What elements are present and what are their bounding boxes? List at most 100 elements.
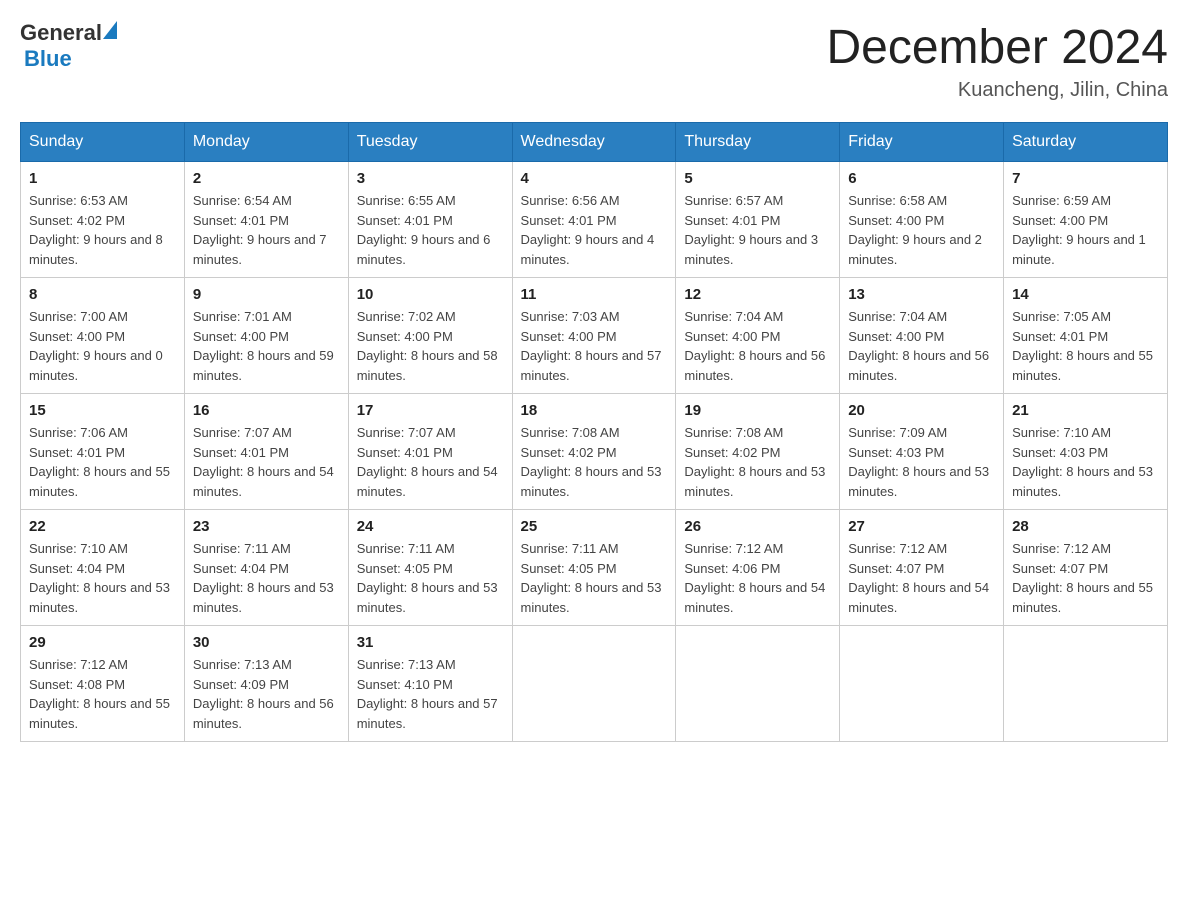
day-info: Sunrise: 6:57 AM Sunset: 4:01 PM Dayligh… <box>684 191 831 269</box>
calendar-cell: 3 Sunrise: 6:55 AM Sunset: 4:01 PM Dayli… <box>348 162 512 278</box>
day-number: 18 <box>521 402 668 419</box>
day-info: Sunrise: 6:54 AM Sunset: 4:01 PM Dayligh… <box>193 191 340 269</box>
calendar-cell: 16 Sunrise: 7:07 AM Sunset: 4:01 PM Dayl… <box>184 394 348 510</box>
calendar-cell: 24 Sunrise: 7:11 AM Sunset: 4:05 PM Dayl… <box>348 510 512 626</box>
calendar-cell: 5 Sunrise: 6:57 AM Sunset: 4:01 PM Dayli… <box>676 162 840 278</box>
day-info: Sunrise: 7:05 AM Sunset: 4:01 PM Dayligh… <box>1012 307 1159 385</box>
day-info: Sunrise: 7:12 AM Sunset: 4:07 PM Dayligh… <box>848 539 995 617</box>
calendar-cell <box>1004 626 1168 742</box>
calendar-cell: 13 Sunrise: 7:04 AM Sunset: 4:00 PM Dayl… <box>840 278 1004 394</box>
day-info: Sunrise: 6:55 AM Sunset: 4:01 PM Dayligh… <box>357 191 504 269</box>
day-number: 3 <box>357 170 504 187</box>
calendar-cell: 26 Sunrise: 7:12 AM Sunset: 4:06 PM Dayl… <box>676 510 840 626</box>
day-number: 23 <box>193 518 340 535</box>
day-number: 30 <box>193 634 340 651</box>
day-number: 10 <box>357 286 504 303</box>
day-number: 13 <box>848 286 995 303</box>
calendar-table: SundayMondayTuesdayWednesdayThursdayFrid… <box>20 122 1168 742</box>
calendar-cell: 7 Sunrise: 6:59 AM Sunset: 4:00 PM Dayli… <box>1004 162 1168 278</box>
day-info: Sunrise: 7:12 AM Sunset: 4:07 PM Dayligh… <box>1012 539 1159 617</box>
day-number: 20 <box>848 402 995 419</box>
day-info: Sunrise: 7:04 AM Sunset: 4:00 PM Dayligh… <box>684 307 831 385</box>
day-info: Sunrise: 6:58 AM Sunset: 4:00 PM Dayligh… <box>848 191 995 269</box>
calendar-cell: 15 Sunrise: 7:06 AM Sunset: 4:01 PM Dayl… <box>21 394 185 510</box>
day-info: Sunrise: 7:08 AM Sunset: 4:02 PM Dayligh… <box>684 423 831 501</box>
day-info: Sunrise: 7:03 AM Sunset: 4:00 PM Dayligh… <box>521 307 668 385</box>
day-info: Sunrise: 7:11 AM Sunset: 4:05 PM Dayligh… <box>357 539 504 617</box>
day-number: 1 <box>29 170 176 187</box>
month-title: December 2024 <box>826 20 1168 75</box>
calendar-cell: 19 Sunrise: 7:08 AM Sunset: 4:02 PM Dayl… <box>676 394 840 510</box>
day-info: Sunrise: 7:01 AM Sunset: 4:00 PM Dayligh… <box>193 307 340 385</box>
day-info: Sunrise: 7:09 AM Sunset: 4:03 PM Dayligh… <box>848 423 995 501</box>
day-info: Sunrise: 7:08 AM Sunset: 4:02 PM Dayligh… <box>521 423 668 501</box>
calendar-cell: 29 Sunrise: 7:12 AM Sunset: 4:08 PM Dayl… <box>21 626 185 742</box>
logo: General Blue <box>20 20 117 72</box>
day-number: 7 <box>1012 170 1159 187</box>
calendar-week-row: 29 Sunrise: 7:12 AM Sunset: 4:08 PM Dayl… <box>21 626 1168 742</box>
calendar-cell: 2 Sunrise: 6:54 AM Sunset: 4:01 PM Dayli… <box>184 162 348 278</box>
day-number: 19 <box>684 402 831 419</box>
day-number: 17 <box>357 402 504 419</box>
day-number: 24 <box>357 518 504 535</box>
day-info: Sunrise: 7:02 AM Sunset: 4:00 PM Dayligh… <box>357 307 504 385</box>
header-saturday: Saturday <box>1004 123 1168 162</box>
day-number: 22 <box>29 518 176 535</box>
logo-blue-text: Blue <box>24 46 117 72</box>
day-number: 14 <box>1012 286 1159 303</box>
calendar-cell: 14 Sunrise: 7:05 AM Sunset: 4:01 PM Dayl… <box>1004 278 1168 394</box>
logo-general-text: General <box>20 20 102 46</box>
calendar-cell: 28 Sunrise: 7:12 AM Sunset: 4:07 PM Dayl… <box>1004 510 1168 626</box>
day-number: 15 <box>29 402 176 419</box>
page-header: General Blue December 2024 Kuancheng, Ji… <box>20 20 1168 102</box>
day-number: 27 <box>848 518 995 535</box>
day-number: 6 <box>848 170 995 187</box>
day-info: Sunrise: 7:13 AM Sunset: 4:10 PM Dayligh… <box>357 655 504 733</box>
day-info: Sunrise: 7:07 AM Sunset: 4:01 PM Dayligh… <box>193 423 340 501</box>
day-number: 21 <box>1012 402 1159 419</box>
calendar-cell: 21 Sunrise: 7:10 AM Sunset: 4:03 PM Dayl… <box>1004 394 1168 510</box>
calendar-cell: 1 Sunrise: 6:53 AM Sunset: 4:02 PM Dayli… <box>21 162 185 278</box>
day-info: Sunrise: 6:59 AM Sunset: 4:00 PM Dayligh… <box>1012 191 1159 269</box>
day-number: 26 <box>684 518 831 535</box>
calendar-cell: 11 Sunrise: 7:03 AM Sunset: 4:00 PM Dayl… <box>512 278 676 394</box>
header-sunday: Sunday <box>21 123 185 162</box>
header-wednesday: Wednesday <box>512 123 676 162</box>
calendar-cell: 12 Sunrise: 7:04 AM Sunset: 4:00 PM Dayl… <box>676 278 840 394</box>
day-number: 2 <box>193 170 340 187</box>
day-info: Sunrise: 7:13 AM Sunset: 4:09 PM Dayligh… <box>193 655 340 733</box>
calendar-cell: 9 Sunrise: 7:01 AM Sunset: 4:00 PM Dayli… <box>184 278 348 394</box>
day-number: 25 <box>521 518 668 535</box>
day-info: Sunrise: 7:10 AM Sunset: 4:03 PM Dayligh… <box>1012 423 1159 501</box>
calendar-cell: 8 Sunrise: 7:00 AM Sunset: 4:00 PM Dayli… <box>21 278 185 394</box>
day-info: Sunrise: 7:06 AM Sunset: 4:01 PM Dayligh… <box>29 423 176 501</box>
header-friday: Friday <box>840 123 1004 162</box>
day-info: Sunrise: 7:11 AM Sunset: 4:05 PM Dayligh… <box>521 539 668 617</box>
day-number: 16 <box>193 402 340 419</box>
header-thursday: Thursday <box>676 123 840 162</box>
calendar-week-row: 15 Sunrise: 7:06 AM Sunset: 4:01 PM Dayl… <box>21 394 1168 510</box>
calendar-cell <box>676 626 840 742</box>
day-number: 31 <box>357 634 504 651</box>
calendar-week-row: 1 Sunrise: 6:53 AM Sunset: 4:02 PM Dayli… <box>21 162 1168 278</box>
calendar-cell: 10 Sunrise: 7:02 AM Sunset: 4:00 PM Dayl… <box>348 278 512 394</box>
calendar-cell <box>512 626 676 742</box>
day-number: 5 <box>684 170 831 187</box>
calendar-cell: 20 Sunrise: 7:09 AM Sunset: 4:03 PM Dayl… <box>840 394 1004 510</box>
calendar-cell: 17 Sunrise: 7:07 AM Sunset: 4:01 PM Dayl… <box>348 394 512 510</box>
header-monday: Monday <box>184 123 348 162</box>
calendar-week-row: 8 Sunrise: 7:00 AM Sunset: 4:00 PM Dayli… <box>21 278 1168 394</box>
calendar-cell: 25 Sunrise: 7:11 AM Sunset: 4:05 PM Dayl… <box>512 510 676 626</box>
calendar-cell: 30 Sunrise: 7:13 AM Sunset: 4:09 PM Dayl… <box>184 626 348 742</box>
calendar-cell: 31 Sunrise: 7:13 AM Sunset: 4:10 PM Dayl… <box>348 626 512 742</box>
calendar-cell: 22 Sunrise: 7:10 AM Sunset: 4:04 PM Dayl… <box>21 510 185 626</box>
day-info: Sunrise: 6:53 AM Sunset: 4:02 PM Dayligh… <box>29 191 176 269</box>
calendar-cell: 6 Sunrise: 6:58 AM Sunset: 4:00 PM Dayli… <box>840 162 1004 278</box>
day-info: Sunrise: 7:04 AM Sunset: 4:00 PM Dayligh… <box>848 307 995 385</box>
day-number: 4 <box>521 170 668 187</box>
calendar-header-row: SundayMondayTuesdayWednesdayThursdayFrid… <box>21 123 1168 162</box>
day-info: Sunrise: 7:10 AM Sunset: 4:04 PM Dayligh… <box>29 539 176 617</box>
day-number: 29 <box>29 634 176 651</box>
title-section: December 2024 Kuancheng, Jilin, China <box>826 20 1168 102</box>
day-number: 9 <box>193 286 340 303</box>
